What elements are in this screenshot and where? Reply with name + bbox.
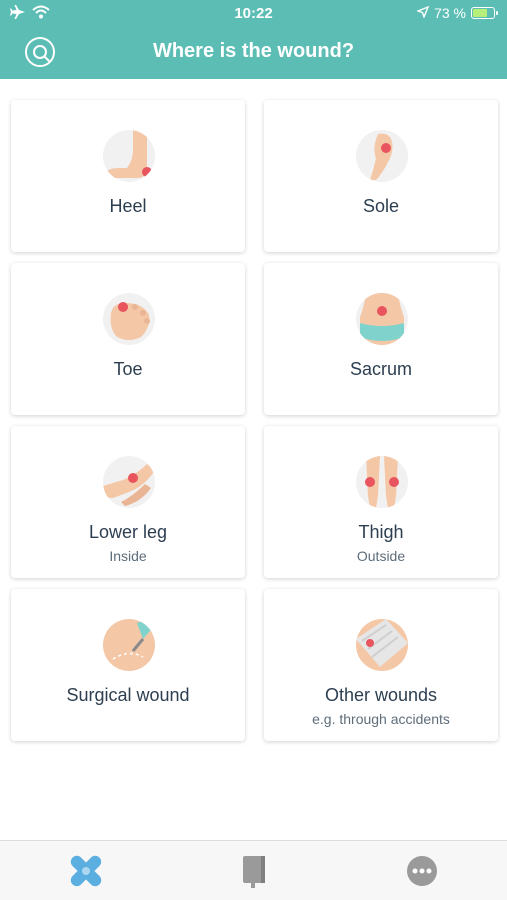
surgical-wound-icon: [103, 619, 155, 671]
card-other-wounds[interactable]: Other wounds e.g. through accidents: [264, 589, 498, 741]
page-title: Where is the wound?: [152, 40, 355, 62]
card-sacrum[interactable]: Sacrum: [264, 263, 498, 415]
battery-level: [473, 9, 487, 17]
toe-icon: [103, 293, 155, 345]
sacrum-icon: [356, 293, 408, 345]
location-arrow-icon: [416, 5, 430, 21]
heel-icon: [103, 130, 155, 182]
card-label: Lower leg: [88, 522, 168, 542]
thigh-icon: [356, 456, 408, 508]
card-label: Surgical wound: [66, 685, 190, 705]
more-icon: [407, 856, 437, 886]
card-label: Heel: [109, 196, 147, 216]
card-lower-leg[interactable]: Lower leg Inside: [11, 426, 245, 578]
card-label: Thigh: [358, 522, 404, 542]
sole-icon: [356, 130, 408, 182]
card-label: Other wounds: [324, 685, 438, 705]
notebook-icon: [243, 856, 265, 888]
status-right: 73 %: [416, 5, 498, 21]
status-bar: 10:22 73 %: [0, 0, 507, 28]
header: 10:22 73 % Where is the wound?: [0, 0, 507, 79]
bandage-icon: [70, 855, 102, 887]
tab-wounds[interactable]: [68, 853, 104, 889]
card-sublabel: Inside: [109, 548, 147, 564]
battery-percent: 73 %: [434, 5, 466, 21]
card-toe[interactable]: Toe: [11, 263, 245, 415]
tab-more[interactable]: [404, 853, 440, 889]
card-label: Sacrum: [349, 359, 412, 379]
card-sublabel: Outside: [356, 548, 406, 564]
card-surgical-wound[interactable]: Surgical wound: [11, 589, 245, 741]
tab-bar: [0, 840, 507, 900]
other-wounds-icon: [356, 619, 408, 671]
tab-notebook[interactable]: [236, 853, 272, 889]
card-label: Toe: [113, 359, 143, 379]
card-sublabel: e.g. through accidents: [312, 711, 450, 727]
battery-icon: [471, 7, 498, 19]
lower-leg-icon: [103, 456, 155, 508]
card-sole[interactable]: Sole: [264, 100, 498, 252]
card-heel[interactable]: Heel: [11, 100, 245, 252]
card-label: Sole: [362, 196, 400, 216]
card-thigh[interactable]: Thigh Outside: [264, 426, 498, 578]
